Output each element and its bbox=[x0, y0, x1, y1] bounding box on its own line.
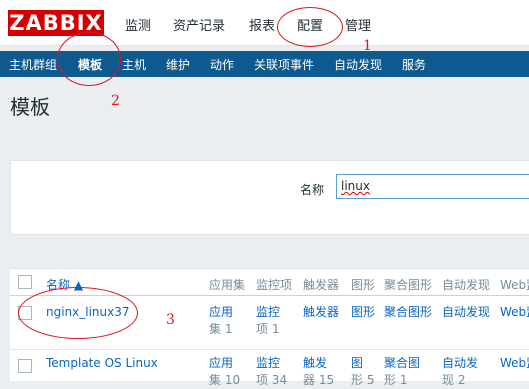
applications-link[interactable]: 应用集 10 bbox=[209, 355, 240, 389]
top-menu-monitoring[interactable]: 监测 bbox=[125, 15, 151, 34]
sub-menu-services[interactable]: 服务 bbox=[402, 56, 426, 73]
sub-menu-correlation[interactable]: 关联项事件 bbox=[254, 56, 314, 73]
discovery-link[interactable]: 自动发现 2 bbox=[442, 355, 478, 389]
triggers-link[interactable]: 触发器 bbox=[303, 304, 339, 321]
top-menu-reports[interactable]: 报表 bbox=[249, 15, 275, 34]
filter-name-input[interactable]: linux bbox=[336, 174, 529, 199]
sub-menu-hosts[interactable]: 主机 bbox=[122, 56, 146, 73]
triggers-link[interactable]: 触发器 15 bbox=[303, 355, 334, 389]
annotation-circle-template-name bbox=[18, 287, 138, 339]
items-link[interactable]: 监控项 1 bbox=[256, 304, 280, 338]
row-checkbox[interactable] bbox=[18, 359, 32, 373]
screens-link[interactable]: 聚合图形 1 bbox=[384, 355, 420, 389]
filter-name-value: linux bbox=[341, 179, 370, 193]
column-header-screens: 聚合图形 bbox=[384, 278, 433, 292]
web-link[interactable]: Web监 bbox=[500, 304, 529, 321]
column-header-graphs: 图形 bbox=[351, 278, 376, 292]
column-header-applications: 应用集 bbox=[209, 278, 246, 292]
items-link[interactable]: 监控项 34 bbox=[256, 355, 287, 389]
web-link[interactable]: Web监 bbox=[500, 355, 529, 372]
annotation-circle-templates bbox=[57, 32, 121, 86]
row-divider bbox=[10, 349, 529, 350]
annotation-number-2: 2 bbox=[111, 93, 120, 109]
top-menu-inventory[interactable]: 资产记录 bbox=[173, 15, 225, 34]
sub-menu-maintenance[interactable]: 维护 bbox=[166, 56, 190, 73]
template-name-link[interactable]: Template OS Linux bbox=[46, 355, 158, 372]
column-header-items: 监控项 bbox=[256, 278, 293, 292]
annotation-number-3: 3 bbox=[166, 312, 175, 328]
annotation-circle-config bbox=[277, 7, 343, 47]
annotation-number-1: 1 bbox=[363, 38, 372, 54]
page-title: 模板 bbox=[10, 95, 50, 119]
sub-menu-host-groups[interactable]: 主机群组 bbox=[9, 56, 57, 73]
graphs-link[interactable]: 图形 5 bbox=[351, 355, 374, 389]
discovery-link[interactable]: 自动发现 bbox=[442, 304, 490, 321]
graphs-link[interactable]: 图形 bbox=[351, 304, 375, 321]
filter-panel: 名称 linux bbox=[10, 160, 529, 235]
column-header-web: Web监 bbox=[500, 278, 529, 292]
top-menu-administration[interactable]: 管理 bbox=[345, 15, 371, 34]
column-header-triggers: 触发器 bbox=[303, 278, 340, 292]
sub-menu-actions[interactable]: 动作 bbox=[210, 56, 234, 73]
column-header-discovery: 自动发现 bbox=[442, 278, 491, 292]
filter-name-label: 名称 bbox=[300, 183, 325, 197]
applications-link[interactable]: 应用集 1 bbox=[209, 304, 233, 338]
screens-link[interactable]: 聚合图形 bbox=[384, 304, 432, 321]
select-all-checkbox[interactable] bbox=[18, 275, 32, 289]
sub-menu-discovery[interactable]: 自动发现 bbox=[334, 56, 382, 73]
